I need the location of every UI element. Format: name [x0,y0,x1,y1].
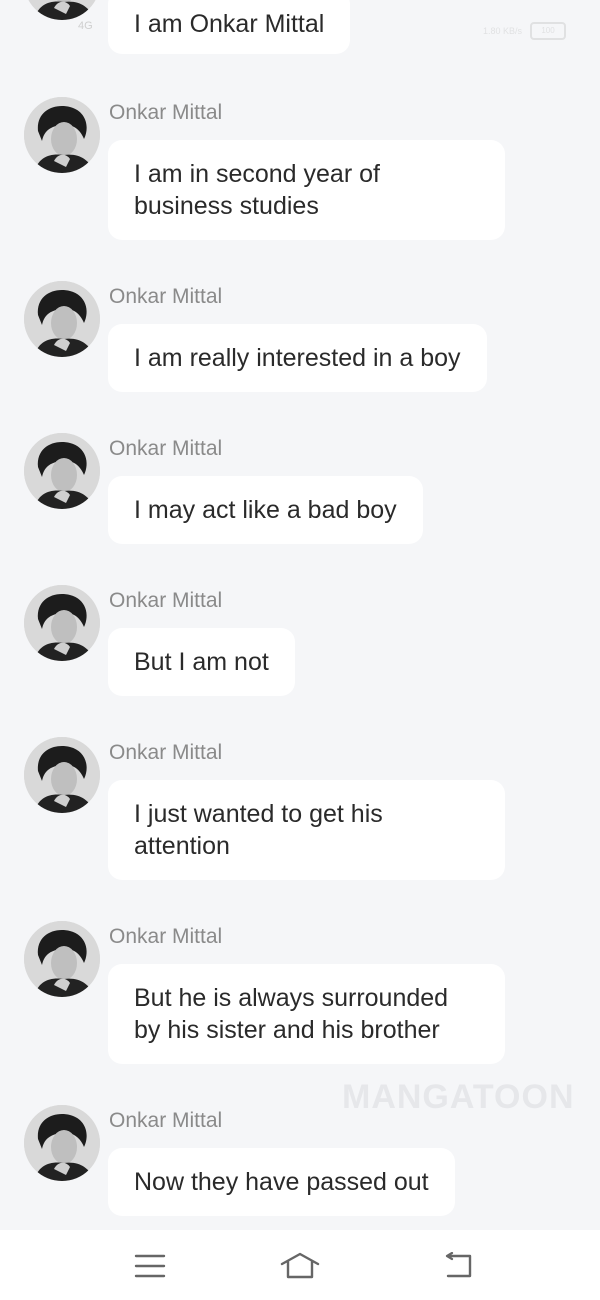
message-bubble: I may act like a bad boy [108,476,423,544]
signal-indicator: 4G [78,20,93,32]
avatar-portrait-icon [24,0,100,20]
back-icon [445,1252,472,1278]
avatar[interactable] [24,737,100,813]
sender-name: Onkar Mittal [109,1109,223,1132]
message-bubble: I am in second year of business studies [108,140,505,240]
avatar-portrait-icon [24,737,100,813]
avatar[interactable] [24,0,100,20]
sender-name: Onkar Mittal [109,101,223,124]
sender-name: Onkar Mittal [109,925,223,948]
avatar-portrait-icon [24,97,100,173]
network-speed: 1.80 KB/s [482,26,522,36]
menu-icon [134,1254,166,1278]
avatar[interactable] [24,433,100,509]
avatar-portrait-icon [24,921,100,997]
home-icon [280,1252,320,1279]
menu-button[interactable] [130,1246,170,1286]
message-bubble: But I am not [108,628,295,696]
system-nav-bar [0,1230,600,1300]
status-bar-right: 1.80 KB/s 100 [483,22,566,40]
back-button[interactable] [438,1246,478,1286]
sender-name: Onkar Mittal [109,589,223,612]
network-label: 4G [78,20,93,32]
chat-thread: 4G 1.80 KB/s 100 I am Onkar Mittal Onkar… [0,0,600,1230]
message-bubble: But he is always surrounded by his siste… [108,964,505,1064]
sender-name: Onkar Mittal [109,437,223,460]
avatar-portrait-icon [24,433,100,509]
avatar[interactable] [24,281,100,357]
avatar-portrait-icon [24,585,100,661]
message-bubble: I just wanted to get his attention [108,780,505,880]
message-bubble: Now they have passed out [108,1148,455,1216]
message-bubble: I am really interested in a boy [108,324,487,392]
avatar[interactable] [24,585,100,661]
sender-name: Onkar Mittal [109,741,223,764]
message-bubble: I am Onkar Mittal [108,0,351,54]
avatar[interactable] [24,921,100,997]
battery-icon: 100 [530,22,566,40]
home-button[interactable] [280,1246,320,1286]
watermark-logo: MANGATOON [342,1078,575,1116]
avatar-portrait-icon [24,281,100,357]
avatar-portrait-icon [24,1105,100,1181]
avatar[interactable] [24,1105,100,1181]
avatar[interactable] [24,97,100,173]
sender-name: Onkar Mittal [109,285,223,308]
